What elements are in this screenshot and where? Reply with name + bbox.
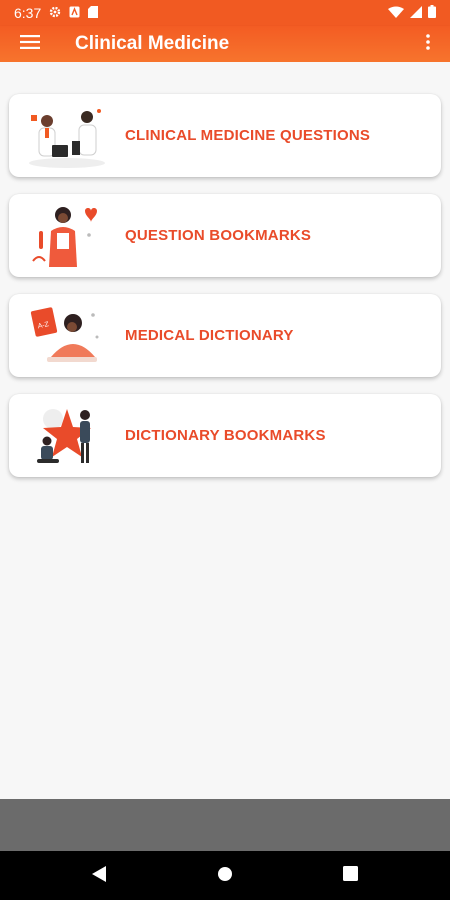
people-star-illustration bbox=[27, 401, 107, 471]
menu-card-dictionary-bookmarks[interactable]: DICTIONARY BOOKMARKS bbox=[9, 394, 441, 477]
main-content: CLINICAL MEDICINE QUESTIONS QUESTION BOO… bbox=[0, 62, 450, 799]
menu-card-clinical-questions[interactable]: CLINICAL MEDICINE QUESTIONS bbox=[9, 94, 441, 177]
card-label: CLINICAL MEDICINE QUESTIONS bbox=[125, 127, 371, 144]
doctors-consult-illustration bbox=[27, 101, 107, 171]
status-bar: 6:37 bbox=[0, 0, 450, 26]
woman-reading-dictionary-illustration: A-Z bbox=[27, 301, 107, 371]
back-triangle-icon bbox=[92, 865, 106, 887]
recents-button[interactable] bbox=[337, 863, 363, 889]
sd-card-icon bbox=[88, 5, 99, 21]
home-button[interactable] bbox=[212, 863, 238, 889]
home-circle-icon bbox=[217, 866, 233, 887]
overflow-menu-button[interactable] bbox=[406, 26, 450, 62]
menu-card-question-bookmarks[interactable]: QUESTION BOOKMARKS bbox=[9, 194, 441, 277]
cell-signal-icon bbox=[410, 5, 422, 21]
hamburger-menu-icon bbox=[20, 34, 40, 54]
app-bar: Clinical Medicine bbox=[0, 26, 450, 62]
bottom-banner-area bbox=[0, 799, 450, 851]
more-vert-icon bbox=[426, 33, 430, 55]
back-button[interactable] bbox=[86, 863, 112, 889]
battery-icon bbox=[428, 5, 436, 21]
recents-square-icon bbox=[342, 866, 358, 886]
system-nav-bar bbox=[0, 851, 450, 900]
menu-card-medical-dictionary[interactable]: A-Z MEDICAL DICTIONARY bbox=[9, 294, 441, 377]
nurse-heart-illustration bbox=[27, 201, 107, 271]
card-label: DICTIONARY BOOKMARKS bbox=[125, 427, 326, 444]
app-title: Clinical Medicine bbox=[75, 33, 230, 54]
wifi-icon bbox=[388, 5, 404, 21]
card-label: QUESTION BOOKMARKS bbox=[125, 227, 312, 244]
menu-button[interactable] bbox=[0, 26, 60, 62]
card-label: MEDICAL DICTIONARY bbox=[125, 327, 294, 344]
notification-a-icon bbox=[69, 5, 80, 21]
status-time: 6:37 bbox=[14, 5, 42, 21]
settings-icon bbox=[49, 5, 61, 21]
